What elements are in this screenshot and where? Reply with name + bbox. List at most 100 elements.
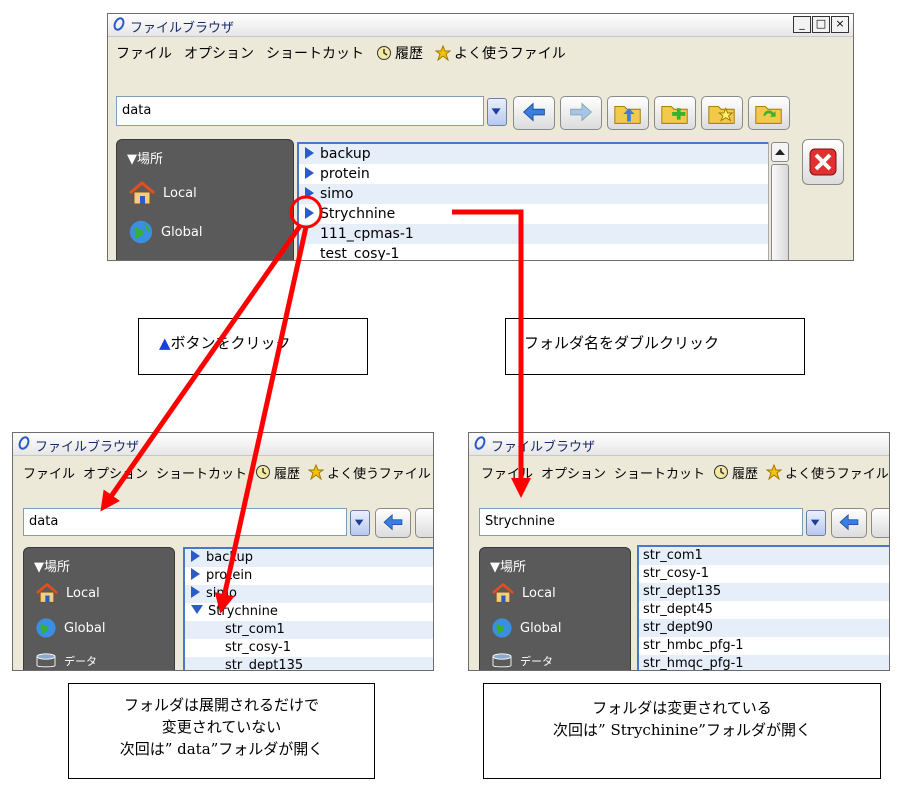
right-note-line-1: フォルダは変更されている — [592, 699, 772, 717]
expand-triangle-icon[interactable] — [191, 568, 200, 580]
back-button[interactable] — [831, 508, 867, 538]
expand-triangle-icon[interactable] — [305, 147, 314, 159]
menu-shortcut[interactable]: ショートカット — [156, 463, 247, 482]
expand-triangle-icon[interactable] — [191, 550, 200, 562]
list-item[interactable]: test_cosy-1 — [299, 244, 769, 260]
sidebar-item-local[interactable]: Local — [34, 582, 100, 604]
menu-file[interactable]: ファイル — [23, 463, 75, 482]
list-item[interactable]: str_cosy-1 — [185, 639, 433, 657]
forward-button[interactable] — [560, 96, 602, 130]
list-item[interactable]: str_com1 — [639, 547, 889, 565]
collapse-triangle-icon[interactable] — [191, 605, 203, 614]
menu-options[interactable]: オプション — [541, 463, 606, 482]
maximize-button[interactable]: □ — [812, 16, 830, 33]
list-item[interactable]: str_dept135 — [639, 583, 889, 601]
list-item[interactable]: backup — [185, 549, 433, 567]
chevron-down-icon — [354, 519, 364, 526]
chevron-down-icon — [810, 519, 820, 526]
sidebar-item-data[interactable]: データ — [490, 652, 553, 670]
list-item[interactable]: str_dept135 — [185, 657, 433, 670]
app-logo-icon — [18, 436, 30, 450]
scroll-thumb[interactable] — [771, 164, 789, 260]
sidebar-item-global[interactable]: Global — [34, 616, 105, 640]
folder-up-button[interactable] — [607, 96, 649, 130]
list-item[interactable]: str_cosy-1 — [639, 565, 889, 583]
triangle-marker: ▲ — [159, 334, 171, 352]
sidebar-data-label: データ — [520, 655, 553, 668]
list-item[interactable]: str_dept45 — [639, 601, 889, 619]
menu-history-label: 履歴 — [395, 46, 423, 62]
forward-button[interactable] — [871, 508, 889, 538]
app-logo-icon — [113, 17, 125, 31]
address-input[interactable]: data — [23, 508, 347, 536]
address-input[interactable]: data — [116, 96, 484, 126]
folder-add-icon — [661, 105, 688, 124]
list-item-strychnine-expanded[interactable]: Strychnine — [185, 603, 433, 621]
back-button[interactable] — [513, 96, 555, 130]
menu-history[interactable]: 履歴 — [376, 43, 423, 63]
menu-shortcut[interactable]: ショートカット — [266, 43, 364, 63]
refresh-folder-button[interactable] — [748, 96, 790, 130]
title-bar: ファイルブラウザ — [13, 433, 433, 456]
list-item[interactable]: protein — [185, 567, 433, 585]
expand-triangle-icon[interactable] — [305, 187, 314, 199]
sidebar-global-label: Global — [520, 620, 562, 636]
globe-icon — [492, 618, 512, 638]
sidebar-global-label: Global — [64, 620, 106, 636]
list-item-strychnine[interactable]: Strychnine — [299, 204, 769, 224]
address-input[interactable]: Strychnine — [479, 508, 803, 536]
menu-file[interactable]: ファイル — [481, 463, 533, 482]
folder-refresh-icon — [755, 105, 782, 124]
places-header: ▼場所 — [34, 560, 70, 575]
list-item[interactable]: str_dept90 — [639, 619, 889, 637]
title-bar: ファイルブラウザ _ □ × — [108, 14, 853, 37]
sidebar-item-local[interactable]: Local — [490, 582, 556, 604]
places-sidebar: ▼場所 Local Global — [116, 139, 294, 260]
menu-favorites[interactable]: よく使うファイル — [766, 463, 889, 482]
menu-options[interactable]: オプション — [184, 43, 254, 63]
expand-triangle-icon[interactable] — [191, 586, 200, 598]
favorite-folder-button[interactable] — [701, 96, 743, 130]
list-item[interactable]: str_hmbc_pfg-1 — [639, 637, 889, 655]
list-item[interactable]: protein — [299, 164, 769, 184]
double-click-callout: フォルダ名をダブルクリック — [505, 318, 805, 375]
sidebar-item-local[interactable]: Local — [127, 180, 197, 206]
sidebar-item-global[interactable]: Global — [490, 616, 561, 640]
minimize-button[interactable]: _ — [793, 16, 811, 33]
file-list: str_com1 str_cosy-1 str_dept135 str_dept… — [637, 545, 889, 670]
expanded-browser-window: ファイルブラウザ ファイル オプション ショートカット 履歴 よく使うファイル … — [12, 432, 434, 671]
address-dropdown-button[interactable] — [487, 98, 507, 126]
sidebar-local-label: Local — [163, 185, 197, 201]
arrow-left-icon — [839, 513, 859, 531]
expand-triangle-icon[interactable] — [305, 207, 314, 219]
database-icon — [36, 653, 56, 668]
menu-history[interactable]: 履歴 — [255, 463, 300, 482]
list-item[interactable]: simo — [299, 184, 769, 204]
list-item[interactable]: backup — [299, 144, 769, 164]
back-button[interactable] — [375, 508, 411, 538]
menu-favorites[interactable]: よく使うファイル — [308, 463, 431, 482]
list-item[interactable]: str_hmqc_pfg-1 — [639, 655, 889, 670]
list-item[interactable]: 111_cpmas-1 — [299, 224, 769, 244]
top-file-browser-window: ファイルブラウザ _ □ × ファイル オプション ショートカット 履歴 よく使… — [107, 13, 854, 261]
expand-triangle-icon[interactable] — [305, 167, 314, 179]
new-folder-button[interactable] — [654, 96, 696, 130]
file-list: backup protein simo Strychnine 111_cpmas… — [297, 142, 771, 260]
close-browser-button[interactable] — [802, 139, 844, 185]
menu-bar: ファイル オプション ショートカット 履歴 よく使うファイル — [13, 456, 433, 488]
menu-shortcut[interactable]: ショートカット — [614, 463, 705, 482]
menu-favorites[interactable]: よく使うファイル — [435, 43, 566, 63]
scroll-up-button[interactable] — [771, 142, 789, 162]
address-dropdown-button[interactable] — [806, 510, 826, 536]
sidebar-item-global[interactable]: Global — [127, 218, 202, 246]
close-window-button[interactable]: × — [831, 16, 849, 33]
menu-options[interactable]: オプション — [83, 463, 148, 482]
address-dropdown-button[interactable] — [350, 510, 370, 536]
sidebar-item-data[interactable]: データ — [34, 652, 97, 670]
forward-button[interactable] — [415, 508, 433, 538]
list-item[interactable]: str_com1 — [185, 621, 433, 639]
menu-history[interactable]: 履歴 — [713, 463, 758, 482]
vertical-scrollbar[interactable] — [768, 142, 791, 260]
menu-file[interactable]: ファイル — [116, 43, 172, 63]
list-item[interactable]: simo — [185, 585, 433, 603]
